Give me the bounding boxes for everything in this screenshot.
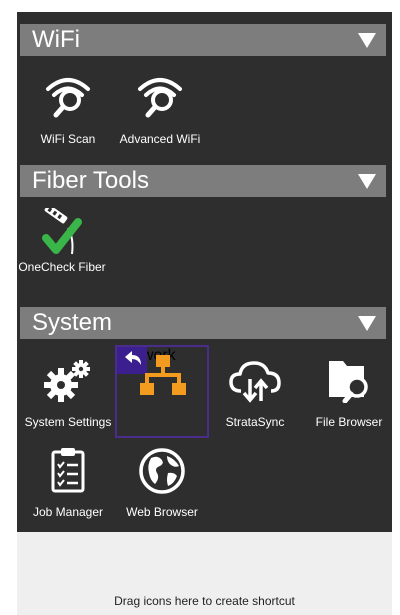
clipboard-checklist-icon (51, 448, 85, 493)
chevron-down-icon[interactable] (358, 174, 376, 189)
globe-icon (139, 448, 185, 494)
cloud-sync-icon (229, 361, 281, 403)
fiber-check-icon (42, 208, 82, 255)
app-label: WiFi Scan (40, 132, 96, 146)
app-system-settings[interactable]: System Settings (23, 357, 113, 449)
section-title-wifi: WiFi (32, 26, 80, 53)
section-title-fiber-tools: Fiber Tools (32, 167, 149, 194)
app-label: System Settings (24, 415, 112, 429)
app-label: StrataSync (225, 415, 285, 429)
app-launcher: WiFi WiFi Scan Advanced WiFi Fiber Tools (17, 12, 392, 615)
gears-icon (44, 360, 90, 402)
app-label: Web Browser (126, 505, 198, 519)
section-header-wifi[interactable]: WiFi (20, 24, 386, 56)
app-web-browser[interactable]: Web Browser (117, 446, 207, 538)
drop-area-text: Drag icons here to create shortcut (114, 594, 295, 608)
app-advanced-wifi[interactable]: Advanced WiFi (115, 74, 205, 166)
advanced-wifi-icon (138, 78, 182, 118)
app-label: OneCheck Fiber (18, 260, 106, 274)
network-icon (140, 355, 186, 395)
app-wifi-scan[interactable]: WiFi Scan (23, 74, 113, 166)
app-file-browser[interactable]: File Browser (304, 357, 392, 449)
shortcut-drop-area[interactable]: Drag icons here to create shortcut (17, 532, 392, 615)
section-header-system[interactable]: System (20, 307, 386, 339)
chevron-down-icon[interactable] (358, 33, 376, 48)
app-job-manager[interactable]: Job Manager (23, 446, 113, 538)
chevron-down-icon[interactable] (358, 316, 376, 331)
app-label: Advanced WiFi (119, 132, 201, 146)
app-onecheck-fiber[interactable]: OneCheck Fiber (17, 208, 107, 300)
app-network[interactable]: Network (115, 345, 209, 438)
app-label: Job Manager (32, 505, 104, 519)
section-title-system: System (32, 309, 113, 336)
app-stratasync[interactable]: StrataSync (210, 357, 300, 449)
section-header-fiber-tools[interactable]: Fiber Tools (20, 165, 386, 197)
folder-search-icon (329, 361, 368, 403)
app-label: File Browser (315, 415, 383, 429)
wifi-scan-icon (46, 78, 90, 118)
